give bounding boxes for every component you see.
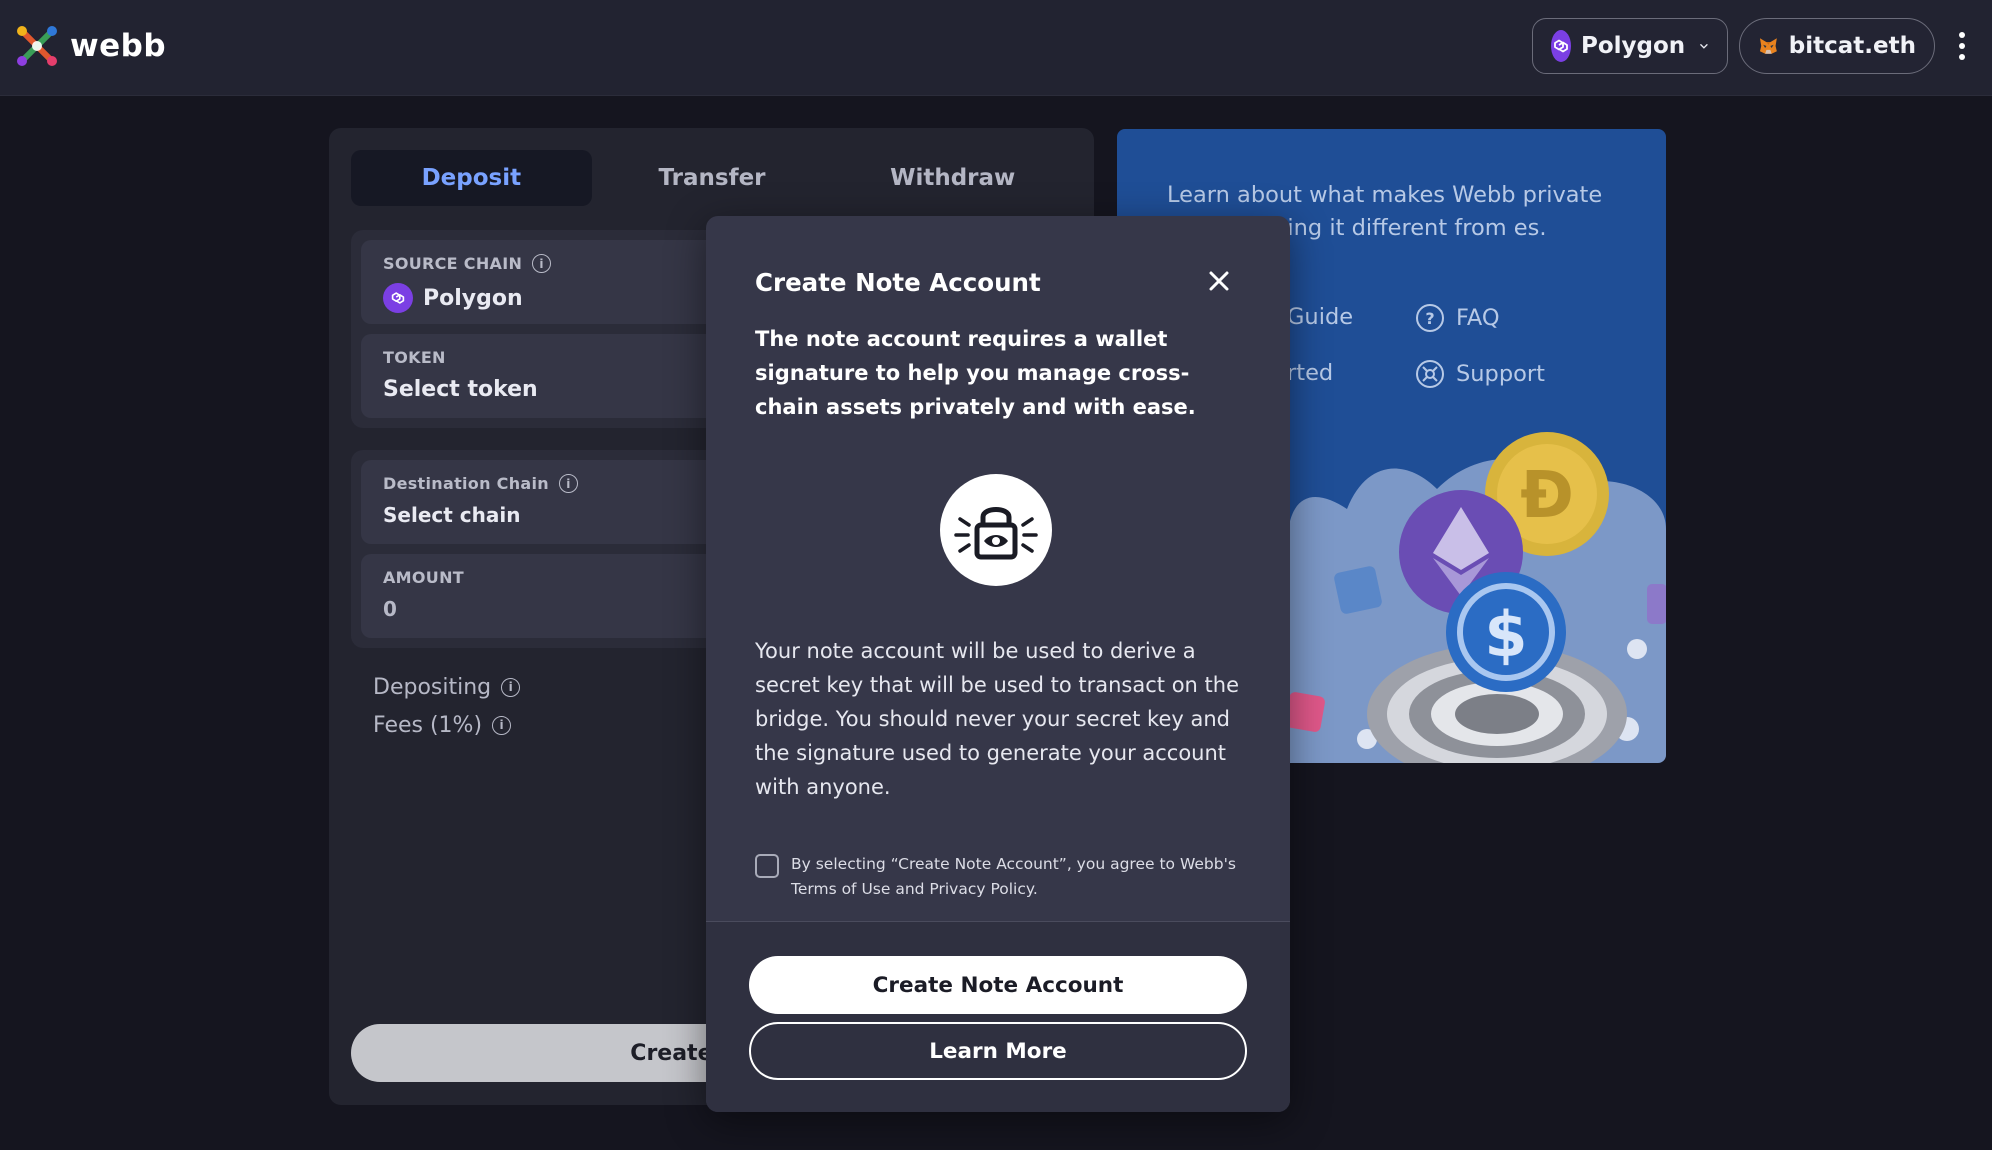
kebab-icon[interactable] [1950, 28, 1974, 64]
info-icon[interactable]: i [532, 254, 552, 273]
consent-checkbox[interactable] [755, 854, 779, 878]
source-chain-label: SOURCE CHAIN [383, 254, 523, 273]
chain-selector-button[interactable]: Polygon [1532, 18, 1728, 74]
info-icon[interactable]: i [558, 474, 578, 493]
chevron-down-icon [1700, 44, 1708, 49]
tab-transfer[interactable]: Transfer [592, 150, 833, 206]
polygon-icon [383, 283, 413, 313]
info-icon[interactable]: i [492, 715, 512, 735]
destination-chain-value: Select chain [383, 503, 521, 527]
chain-selector-label: Polygon [1581, 33, 1686, 59]
modal-lead-text: The note account requires a wallet signa… [755, 327, 1196, 419]
destination-chain-label: Destination Chain [383, 474, 549, 493]
fees-label: Fees (1%) [373, 712, 483, 738]
tab-withdraw[interactable]: Withdraw [832, 150, 1073, 206]
token-label: TOKEN [383, 348, 446, 367]
learn-more-button[interactable]: Learn More [749, 1022, 1247, 1080]
info-icon[interactable]: i [501, 677, 521, 697]
polygon-icon [1551, 30, 1571, 62]
wallet-button[interactable]: bitcat.eth [1739, 18, 1935, 74]
brand[interactable]: webb [16, 24, 166, 68]
create-note-account-modal: Create Note Account The note account req… [706, 216, 1290, 1112]
create-note-account-button[interactable]: Create Note Account [749, 956, 1247, 1014]
source-chain-value: Polygon [423, 285, 523, 311]
metamask-fox-icon [1759, 38, 1777, 54]
consent-text: By selecting “Create Note Account”, you … [791, 855, 1236, 898]
modal-footer [706, 922, 1290, 1112]
svg-text:Đ: Đ [1520, 459, 1574, 533]
amount-label: AMOUNT [383, 568, 465, 587]
close-icon[interactable] [1204, 266, 1234, 296]
modal-title: Create Note Account [755, 268, 1041, 297]
svg-text:$: $ [1484, 598, 1527, 671]
tab-deposit[interactable]: Deposit [351, 150, 592, 206]
consent-row: By selecting “Create Note Account”, you … [755, 852, 1255, 902]
bridge-tabs: Deposit Transfer Withdraw [351, 150, 1073, 206]
token-value: Select token [383, 377, 538, 402]
depositing-label: Depositing [373, 674, 492, 700]
amount-input[interactable]: 0 [383, 597, 397, 621]
brand-name: webb [70, 28, 167, 64]
lock-eye-icon [940, 474, 1052, 586]
top-bar: webb Polygon bitcat.eth [0, 0, 1992, 96]
wallet-label: bitcat.eth [1788, 33, 1916, 59]
modal-body-text: Your note account will be used to derive… [755, 639, 1239, 799]
webb-logo-icon [17, 26, 57, 66]
